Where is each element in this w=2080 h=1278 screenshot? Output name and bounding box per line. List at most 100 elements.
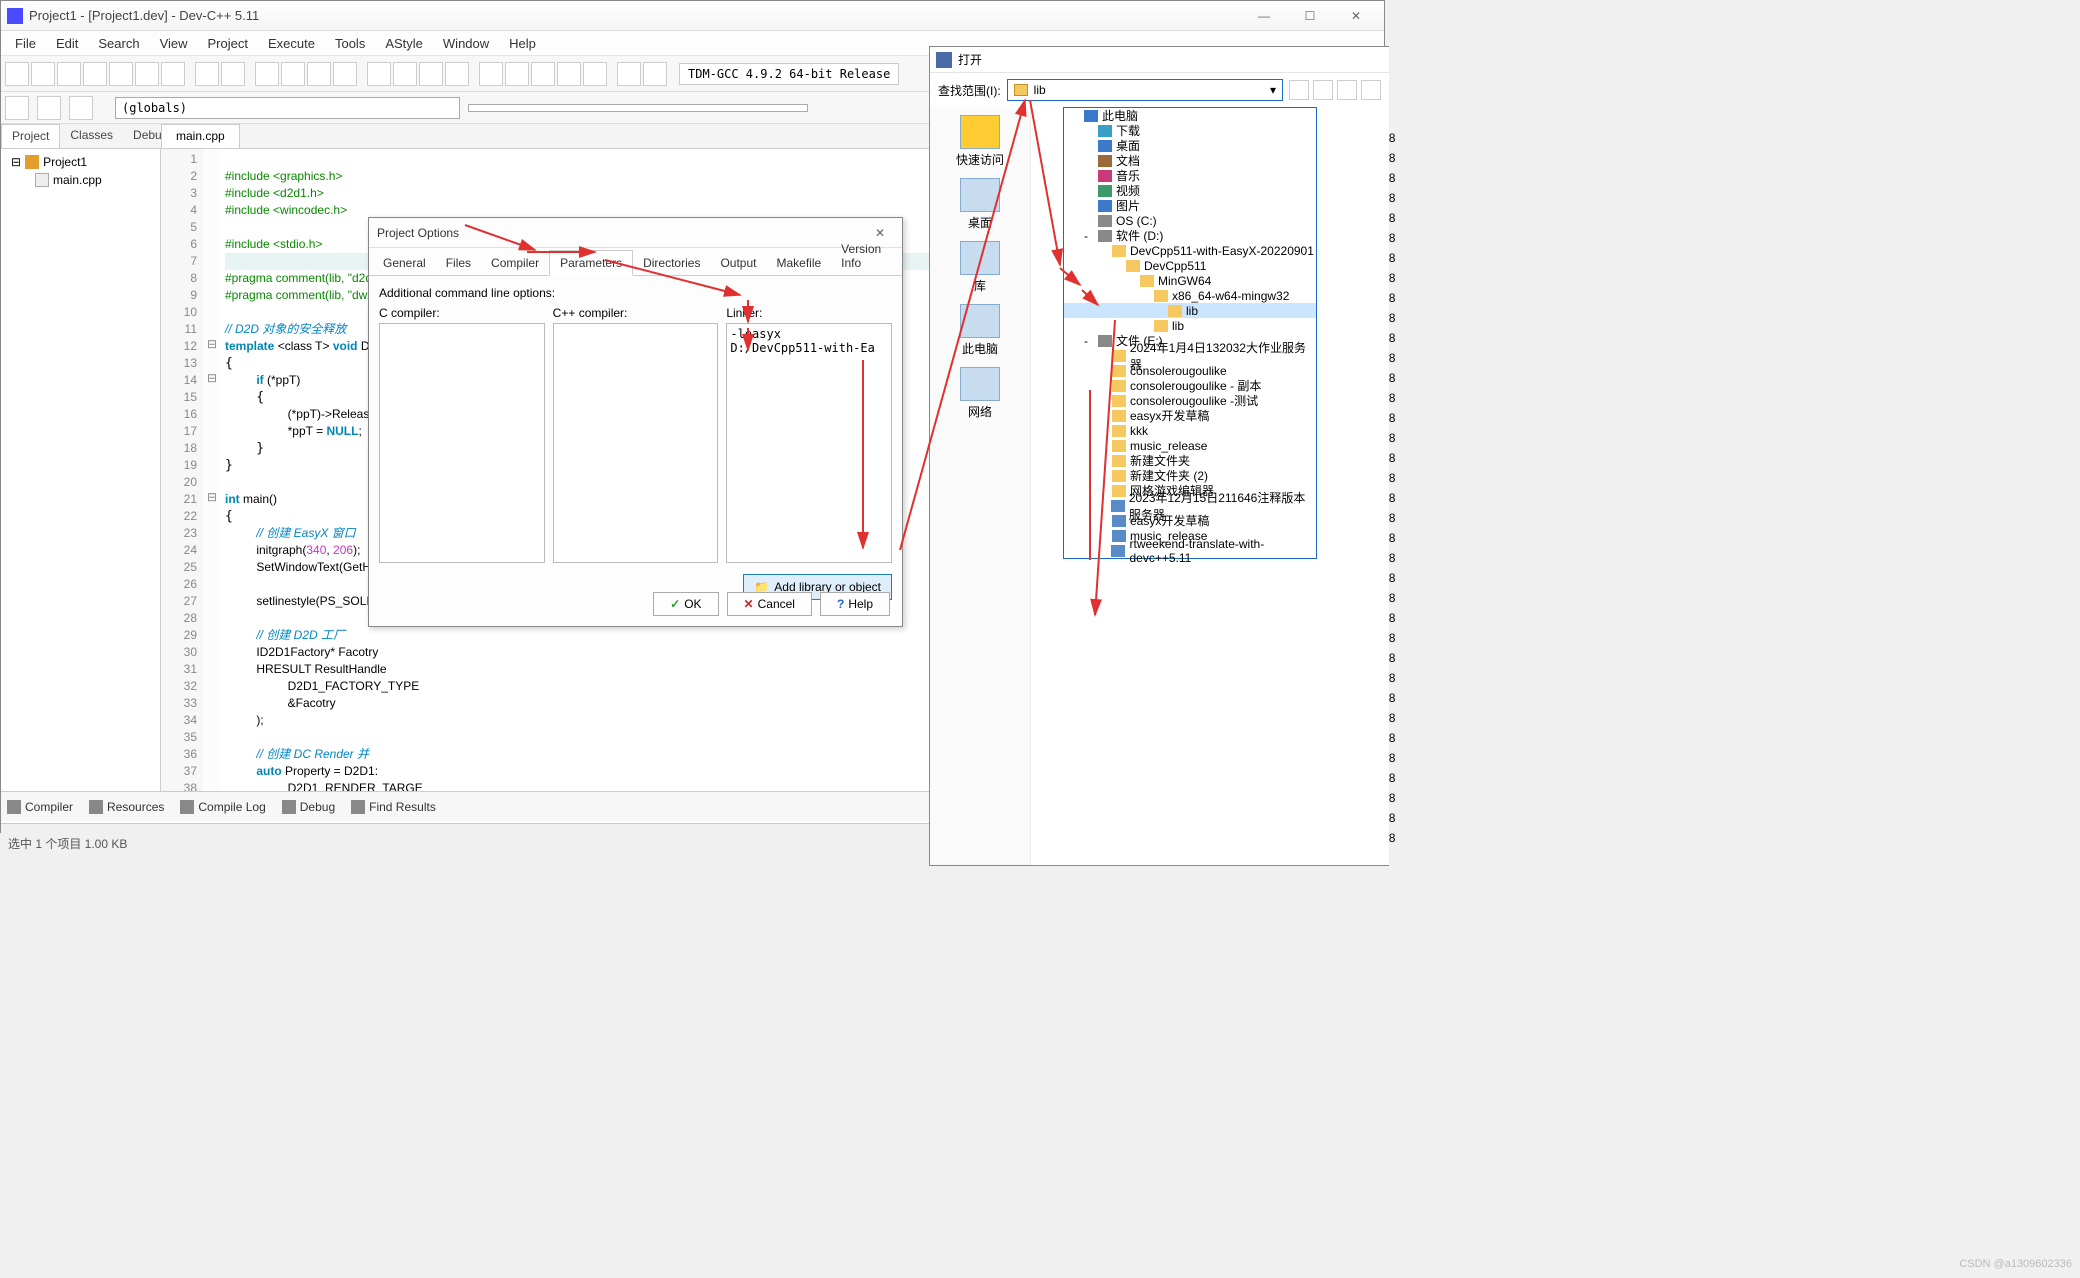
tb-open[interactable] xyxy=(31,62,55,86)
nav-new[interactable] xyxy=(1337,80,1357,100)
tb-goto[interactable] xyxy=(333,62,357,86)
menu-edit[interactable]: Edit xyxy=(46,32,88,55)
tree-item[interactable]: 新建文件夹 (2) xyxy=(1064,468,1316,483)
tree-item[interactable]: rtweekend-translate-with-devc++5.11 xyxy=(1064,543,1316,558)
tree-project[interactable]: ⊟Project1 xyxy=(5,153,156,171)
ok-button[interactable]: ✓OK xyxy=(653,592,718,616)
tab-compiler[interactable]: Compiler xyxy=(7,800,73,814)
tree-item[interactable]: -软件 (D:) xyxy=(1064,228,1316,243)
linker-input[interactable] xyxy=(726,323,892,563)
tab-classes[interactable]: Classes xyxy=(60,124,123,148)
side-desktop[interactable]: 桌面 xyxy=(960,178,1000,231)
scope-dropdown[interactable]: 此电脑下载桌面文档音乐视频图片OS (C:)-软件 (D:)DevCpp511-… xyxy=(1063,107,1317,559)
close-button[interactable]: ✕ xyxy=(1334,2,1378,30)
dlg-tab-directories[interactable]: Directories xyxy=(633,251,710,275)
maximize-button[interactable]: ☐ xyxy=(1288,2,1332,30)
tree-item[interactable]: x86_64-w64-mingw32 xyxy=(1064,288,1316,303)
menu-execute[interactable]: Execute xyxy=(258,32,325,55)
editor-tab[interactable]: main.cpp xyxy=(161,124,240,148)
func-combo[interactable] xyxy=(468,104,808,112)
tb-findnext[interactable] xyxy=(307,62,331,86)
menu-file[interactable]: File xyxy=(5,32,46,55)
tree-item[interactable]: 文档 xyxy=(1064,153,1316,168)
minimize-button[interactable]: — xyxy=(1242,2,1286,30)
side-thispc[interactable]: 此电脑 xyxy=(960,304,1000,357)
tree-item[interactable]: 2023年12月15日211646注释版本服务器 xyxy=(1064,498,1316,513)
tb-continue[interactable] xyxy=(583,62,607,86)
tree-item[interactable]: 新建文件夹 xyxy=(1064,453,1316,468)
nav-back[interactable] xyxy=(1289,80,1309,100)
tb-profile[interactable] xyxy=(617,62,641,86)
tree-item[interactable]: OS (C:) xyxy=(1064,213,1316,228)
tree-item[interactable]: 桌面 xyxy=(1064,138,1316,153)
tab-compilelog[interactable]: Compile Log xyxy=(180,800,265,814)
tab-findresults[interactable]: Find Results xyxy=(351,800,436,814)
side-libs[interactable]: 库 xyxy=(960,241,1000,294)
tb-rebuild[interactable] xyxy=(445,62,469,86)
scope-select[interactable]: lib ▾ xyxy=(1007,79,1283,101)
tb-fwd[interactable] xyxy=(37,96,61,120)
tb-debug[interactable] xyxy=(479,62,503,86)
c-compiler-input[interactable] xyxy=(379,323,545,563)
tree-item[interactable]: lib xyxy=(1064,303,1316,318)
tb-step[interactable] xyxy=(505,62,529,86)
tb-redo[interactable] xyxy=(221,62,245,86)
tab-resources[interactable]: Resources xyxy=(89,800,164,814)
tree-item[interactable]: consolerougoulike - 副本 xyxy=(1064,378,1316,393)
tree-item[interactable]: 下载 xyxy=(1064,123,1316,138)
dlg-tab-makefile[interactable]: Makefile xyxy=(766,251,831,275)
tree-item[interactable]: DevCpp511-with-EasyX-20220901 xyxy=(1064,243,1316,258)
dlg-tab-versioninfo[interactable]: Version Info xyxy=(831,237,898,275)
globals-combo[interactable]: (globals) xyxy=(115,97,460,119)
tb-compile[interactable] xyxy=(367,62,391,86)
side-network[interactable]: 网络 xyxy=(960,367,1000,420)
tb-cleanup[interactable] xyxy=(643,62,667,86)
tree-item[interactable]: kkk xyxy=(1064,423,1316,438)
tree-file[interactable]: main.cpp xyxy=(5,171,156,189)
cancel-button[interactable]: ✕Cancel xyxy=(727,592,812,616)
tb-back[interactable] xyxy=(5,96,29,120)
side-quick[interactable]: 快速访问 xyxy=(956,115,1004,168)
tree-item[interactable]: consolerougoulike -测试 xyxy=(1064,393,1316,408)
dlg-tab-files[interactable]: Files xyxy=(436,251,481,275)
tab-debug2[interactable]: Debug xyxy=(282,800,335,814)
nav-view[interactable] xyxy=(1361,80,1381,100)
menu-window[interactable]: Window xyxy=(433,32,499,55)
tb-replace[interactable] xyxy=(281,62,305,86)
tree-item[interactable]: DevCpp511 xyxy=(1064,258,1316,273)
menu-astyle[interactable]: AStyle xyxy=(375,32,433,55)
tb-find[interactable] xyxy=(255,62,279,86)
tb-stepover[interactable] xyxy=(531,62,555,86)
tb-saveall[interactable] xyxy=(83,62,107,86)
dlg-tab-compiler[interactable]: Compiler xyxy=(481,251,549,275)
tb-run[interactable] xyxy=(393,62,417,86)
cpp-compiler-input[interactable] xyxy=(553,323,719,563)
tree-item[interactable]: 视频 xyxy=(1064,183,1316,198)
menu-view[interactable]: View xyxy=(150,32,198,55)
tb-new[interactable] xyxy=(5,62,29,86)
tree-item[interactable]: 2024年1月4日132032大作业服务器 xyxy=(1064,348,1316,363)
tb-compilerun[interactable] xyxy=(419,62,443,86)
tb-closeall[interactable] xyxy=(135,62,159,86)
tb-close[interactable] xyxy=(109,62,133,86)
tree-item[interactable]: lib xyxy=(1064,318,1316,333)
nav-up[interactable] xyxy=(1313,80,1333,100)
tb-bookmark[interactable] xyxy=(69,96,93,120)
dlg-tab-output[interactable]: Output xyxy=(710,251,766,275)
tb-save[interactable] xyxy=(57,62,81,86)
dlg-tab-general[interactable]: General xyxy=(373,251,436,275)
tree-item[interactable]: easyx开发草稿 xyxy=(1064,408,1316,423)
menu-project[interactable]: Project xyxy=(198,32,258,55)
tree-item[interactable]: 图片 xyxy=(1064,198,1316,213)
tree-item[interactable]: MinGW64 xyxy=(1064,273,1316,288)
tb-undo[interactable] xyxy=(195,62,219,86)
tree-item[interactable]: 音乐 xyxy=(1064,168,1316,183)
dlg-tab-parameters[interactable]: Parameters xyxy=(549,250,633,276)
tree-item[interactable]: 此电脑 xyxy=(1064,108,1316,123)
menu-help[interactable]: Help xyxy=(499,32,546,55)
tree-item[interactable]: music_release xyxy=(1064,438,1316,453)
help-button[interactable]: ?Help xyxy=(820,592,890,616)
tab-project[interactable]: Project xyxy=(1,124,60,148)
menu-tools[interactable]: Tools xyxy=(325,32,375,55)
tb-stepout[interactable] xyxy=(557,62,581,86)
